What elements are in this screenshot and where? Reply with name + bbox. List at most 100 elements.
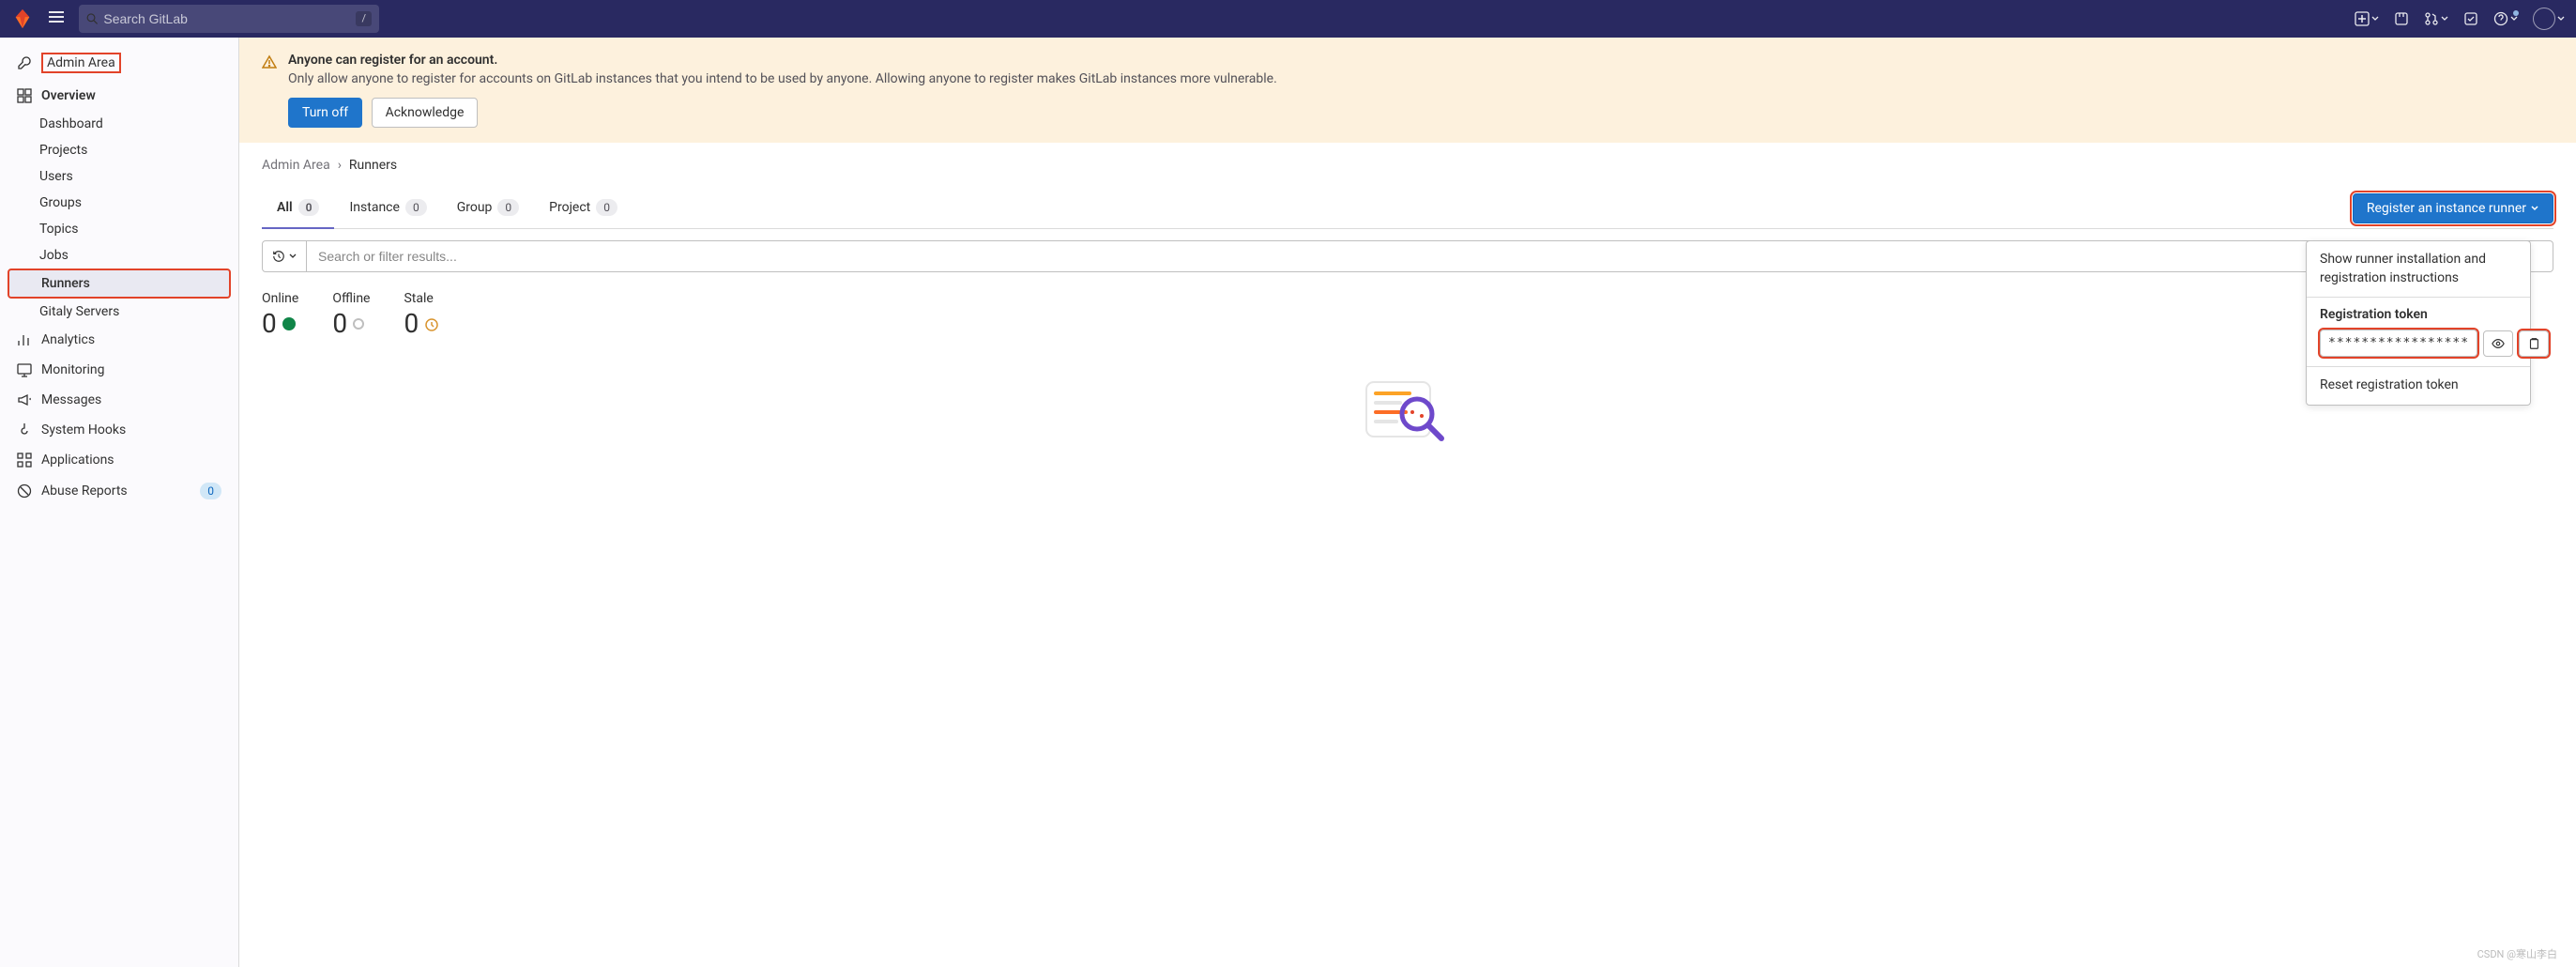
sidebar-item-label: Analytics bbox=[41, 332, 95, 347]
sidebar-admin-area[interactable]: Admin Area bbox=[8, 45, 231, 81]
gitlab-logo-icon[interactable] bbox=[11, 8, 34, 30]
sidebar-item-label: Projects bbox=[39, 143, 87, 158]
search-input[interactable] bbox=[103, 11, 356, 26]
tab-count: 0 bbox=[405, 199, 427, 216]
empty-state-illustration bbox=[262, 376, 2553, 442]
sidebar-analytics[interactable]: Analytics bbox=[8, 325, 231, 355]
chevron-down-icon bbox=[289, 253, 297, 260]
sidebar-abuse-reports[interactable]: Abuse Reports 0 bbox=[8, 475, 231, 507]
tab-label: Group bbox=[457, 200, 493, 215]
search-history-button[interactable] bbox=[262, 240, 307, 272]
filter-input[interactable] bbox=[307, 240, 2553, 272]
abuse-count-badge: 0 bbox=[200, 483, 221, 499]
sidebar-item-projects[interactable]: Projects bbox=[8, 137, 231, 163]
turn-off-button[interactable]: Turn off bbox=[288, 98, 362, 128]
stat-value: 0 bbox=[404, 308, 419, 339]
analytics-icon bbox=[17, 332, 32, 347]
hook-icon bbox=[17, 422, 32, 437]
todos-icon[interactable] bbox=[2463, 11, 2478, 26]
tab-count: 0 bbox=[298, 199, 320, 216]
alert-description: Only allow anyone to register for accoun… bbox=[288, 71, 2553, 86]
sidebar-item-dashboard[interactable]: Dashboard bbox=[8, 111, 231, 137]
sidebar-item-groups[interactable]: Groups bbox=[8, 190, 231, 216]
registration-token-field[interactable]: ***************** bbox=[2320, 330, 2477, 357]
breadcrumb-parent[interactable]: Admin Area bbox=[262, 158, 330, 173]
tabs-row: All 0 Instance 0 Group 0 Project 0 bbox=[262, 188, 2553, 229]
breadcrumb-separator: › bbox=[338, 158, 342, 173]
stats-row: Online 0 Offline 0 Sta bbox=[262, 291, 2553, 339]
sidebar-item-users[interactable]: Users bbox=[8, 163, 231, 190]
watermark: CSDN @寒山李白 bbox=[2477, 946, 2557, 961]
sidebar-item-label: Monitoring bbox=[41, 362, 105, 377]
acknowledge-button[interactable]: Acknowledge bbox=[372, 98, 479, 128]
sidebar-item-label: Messages bbox=[41, 392, 101, 407]
show-instructions-item[interactable]: Show runner installation and registratio… bbox=[2307, 241, 2530, 297]
wrench-icon bbox=[17, 55, 32, 70]
offline-dot-icon bbox=[353, 318, 364, 330]
stat-label: Online bbox=[262, 291, 298, 306]
sidebar-item-topics[interactable]: Topics bbox=[8, 216, 231, 242]
notification-dot bbox=[2513, 10, 2519, 16]
chevron-down-icon bbox=[2557, 15, 2565, 23]
clipboard-icon bbox=[2527, 337, 2540, 350]
tab-group[interactable]: Group 0 bbox=[442, 188, 534, 229]
sidebar-messages[interactable]: Messages bbox=[8, 385, 231, 415]
stat-offline: Offline 0 bbox=[332, 291, 370, 339]
tab-all[interactable]: All 0 bbox=[262, 188, 334, 229]
topbar-right bbox=[2355, 8, 2565, 30]
sidebar-item-gitaly-servers[interactable]: Gitaly Servers bbox=[8, 299, 231, 325]
chevron-down-icon bbox=[2530, 204, 2539, 213]
sidebar-item-label: Dashboard bbox=[39, 116, 103, 131]
button-label: Register an instance runner bbox=[2367, 201, 2526, 216]
sidebar-item-jobs[interactable]: Jobs bbox=[8, 242, 231, 269]
merge-requests-icon[interactable] bbox=[2424, 11, 2448, 26]
megaphone-icon bbox=[17, 392, 32, 407]
create-menu-icon[interactable] bbox=[2355, 11, 2379, 26]
hamburger-menu-icon[interactable] bbox=[45, 6, 68, 32]
eye-icon bbox=[2492, 337, 2505, 350]
issues-icon[interactable] bbox=[2394, 11, 2409, 26]
user-menu[interactable] bbox=[2533, 8, 2565, 30]
stat-value: 0 bbox=[262, 308, 277, 339]
tab-count: 0 bbox=[497, 199, 519, 216]
overview-icon bbox=[17, 88, 32, 103]
sidebar-applications[interactable]: Applications bbox=[8, 445, 231, 475]
sidebar-system-hooks[interactable]: System Hooks bbox=[8, 415, 231, 445]
applications-icon bbox=[17, 453, 32, 468]
sidebar: Admin Area Overview Dashboard Projects U… bbox=[0, 38, 239, 967]
copy-token-button[interactable] bbox=[2519, 330, 2549, 357]
sidebar-item-label: Groups bbox=[39, 195, 82, 210]
stat-value: 0 bbox=[332, 308, 347, 339]
tab-count: 0 bbox=[596, 199, 617, 216]
sidebar-item-label: Topics bbox=[39, 222, 78, 237]
warning-icon bbox=[262, 54, 277, 128]
alert-banner: Anyone can register for an account. Only… bbox=[239, 38, 2576, 143]
tab-instance[interactable]: Instance 0 bbox=[334, 188, 441, 229]
stat-label: Stale bbox=[404, 291, 439, 306]
sidebar-item-label: Abuse Reports bbox=[41, 484, 128, 499]
help-icon[interactable] bbox=[2493, 11, 2518, 26]
sidebar-admin-area-label: Admin Area bbox=[41, 53, 121, 73]
reveal-token-button[interactable] bbox=[2483, 330, 2513, 357]
filter-bar bbox=[262, 240, 2553, 272]
sidebar-item-label: Runners bbox=[41, 276, 90, 291]
sidebar-monitoring[interactable]: Monitoring bbox=[8, 355, 231, 385]
register-instance-runner-button[interactable]: Register an instance runner bbox=[2353, 193, 2553, 223]
sidebar-overview[interactable]: Overview bbox=[8, 81, 231, 111]
sidebar-item-label: System Hooks bbox=[41, 422, 126, 437]
sidebar-item-runners[interactable]: Runners bbox=[8, 269, 231, 299]
tab-project[interactable]: Project 0 bbox=[534, 188, 633, 229]
search-kbd-hint: / bbox=[356, 11, 372, 26]
tab-label: Project bbox=[549, 200, 590, 215]
stat-online: Online 0 bbox=[262, 291, 298, 339]
sidebar-item-label: Applications bbox=[41, 453, 114, 468]
sidebar-item-label: Jobs bbox=[39, 248, 69, 263]
search-box[interactable]: / bbox=[79, 5, 379, 33]
sidebar-item-label: Gitaly Servers bbox=[39, 304, 119, 319]
sidebar-item-label: Users bbox=[39, 169, 73, 184]
chevron-down-icon bbox=[2371, 15, 2379, 23]
avatar bbox=[2533, 8, 2555, 30]
reset-token-item[interactable]: Reset registration token bbox=[2307, 367, 2530, 405]
tab-label: Instance bbox=[349, 200, 399, 215]
monitor-icon bbox=[17, 362, 32, 377]
